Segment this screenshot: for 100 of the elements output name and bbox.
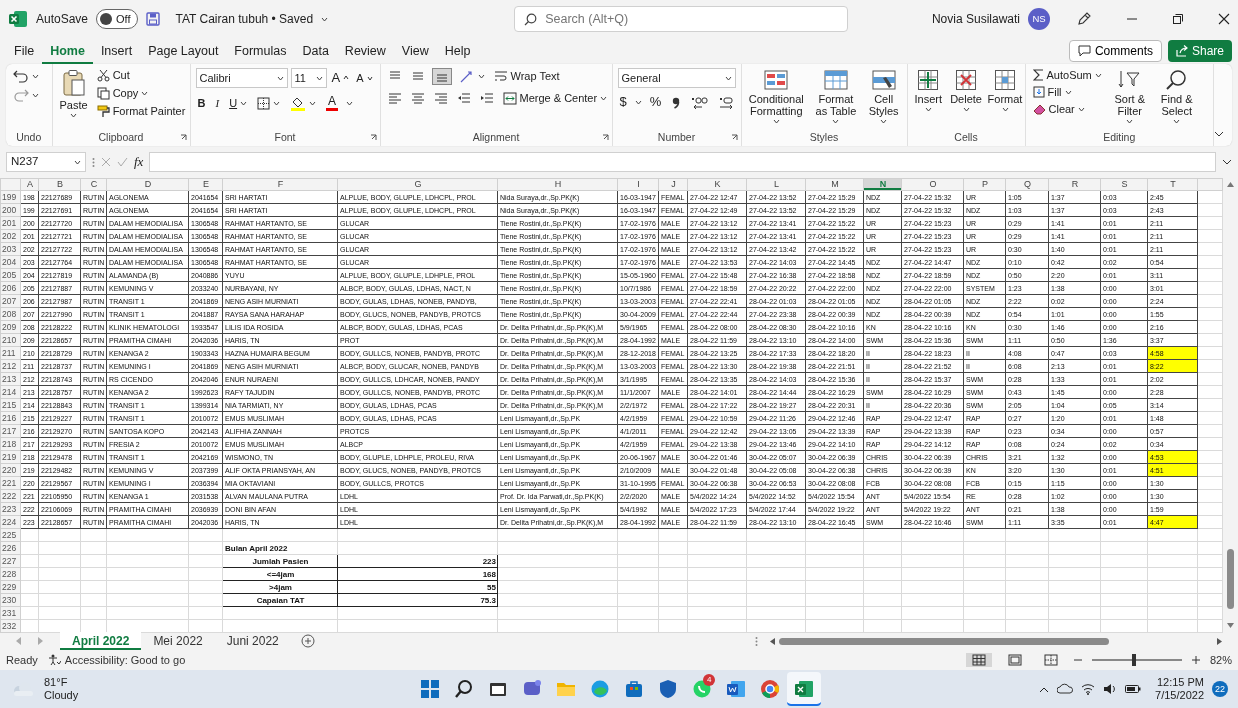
ribbon-button[interactable]: Format Painter	[94, 104, 188, 119]
grow-font-button[interactable]: A	[329, 69, 352, 87]
undo-button[interactable]	[11, 68, 41, 84]
italic-button[interactable]: I	[213, 96, 222, 111]
autosave-toggle[interactable]: Off	[96, 9, 138, 29]
ribbon-button[interactable]: Copy	[94, 86, 188, 101]
percent-button[interactable]: %	[647, 94, 664, 111]
battery-icon[interactable]	[1125, 684, 1142, 694]
view-button[interactable]	[965, 653, 992, 667]
menu-tab[interactable]: View	[393, 38, 437, 64]
decrease-decimal-button[interactable]	[717, 94, 736, 110]
scroll-right-icon[interactable]	[1217, 637, 1222, 645]
pen-icon[interactable]	[1076, 11, 1092, 27]
sheet-tab[interactable]: April 2022	[60, 632, 142, 650]
ribbon-button[interactable]: Cell Styles	[865, 68, 902, 130]
align-bottom-button[interactable]	[431, 68, 452, 85]
maximize-icon[interactable]	[1172, 13, 1184, 25]
wifi-icon[interactable]	[1081, 683, 1096, 695]
column-header[interactable]: K	[687, 178, 747, 191]
clock-time[interactable]: 12:15 PM	[1156, 675, 1204, 689]
menu-tab[interactable]: File	[6, 38, 43, 64]
clock-date[interactable]: 7/15/2022	[1155, 689, 1204, 703]
ribbon-button[interactable]: Fill	[1030, 85, 1104, 100]
taskbar-button[interactable]: 4	[685, 672, 720, 706]
comments-button[interactable]: Comments	[1068, 40, 1162, 62]
column-header[interactable]: F	[222, 178, 338, 191]
sheet-tab[interactable]: Mei 2022	[141, 632, 215, 650]
column-header[interactable]: E	[188, 178, 223, 191]
scrollbar-thumb[interactable]	[778, 637, 1109, 645]
ribbon-button[interactable]: Cut	[94, 68, 188, 83]
ribbon-button[interactable]: Insert	[912, 68, 944, 130]
ribbon-button[interactable]: Format	[988, 68, 1022, 130]
scroll-down-icon[interactable]	[1227, 623, 1234, 628]
ribbon-button[interactable]: AutoSum	[1030, 68, 1104, 83]
speaker-icon[interactable]	[1103, 683, 1118, 695]
scroll-up-icon[interactable]	[1227, 182, 1234, 187]
menu-tab[interactable]: Insert	[92, 38, 141, 64]
ribbon-button[interactable]: Format as Table	[811, 68, 861, 130]
ribbon-button[interactable]: Clear	[1030, 102, 1104, 117]
font-color-button[interactable]: A	[324, 94, 341, 113]
ribbon-button[interactable]: Wrap Text	[491, 69, 562, 84]
search-field[interactable]: Search (Alt+Q)	[514, 6, 849, 32]
column-header[interactable]: N	[863, 178, 902, 191]
zoom-in-icon[interactable]	[1191, 656, 1200, 664]
dialog-launcher-icon[interactable]	[179, 134, 187, 141]
column-header[interactable]: Q	[1005, 178, 1049, 191]
font-name-field[interactable]: Calibri	[195, 68, 288, 88]
chevron-up-icon[interactable]	[1039, 685, 1050, 693]
column-header[interactable]: M	[805, 178, 864, 191]
ribbon-button[interactable]: Find & Select	[1155, 68, 1198, 130]
menu-tab[interactable]: Page Layout	[140, 38, 227, 64]
column-header[interactable]: S	[1100, 178, 1148, 191]
expand-icon[interactable]	[1222, 158, 1232, 166]
menu-tab[interactable]: Help	[436, 38, 479, 64]
zoom-out-icon[interactable]	[1073, 656, 1082, 664]
add-sheet-icon[interactable]	[300, 634, 315, 648]
cloud-sync-icon[interactable]	[1057, 683, 1074, 695]
scroll-left-icon[interactable]	[769, 637, 775, 645]
column-header[interactable]: O	[901, 178, 964, 191]
column-header[interactable]: D	[106, 178, 189, 191]
menu-tab[interactable]: Data	[294, 38, 337, 64]
bold-button[interactable]: B	[195, 96, 208, 111]
number-format-field[interactable]: General	[617, 68, 736, 88]
column-header[interactable]: H	[497, 178, 618, 191]
zoom-level[interactable]: 82%	[1209, 651, 1232, 669]
ribbon-button[interactable]: Delete	[949, 68, 983, 130]
column-header[interactable]: P	[963, 178, 1006, 191]
underline-button[interactable]: U	[227, 96, 250, 111]
accessibility-status[interactable]: Accessibility: Good to go	[64, 651, 186, 669]
scrollbar-thumb[interactable]	[1227, 549, 1234, 609]
column-header[interactable]: R	[1048, 178, 1101, 191]
collapse-ribbon-icon[interactable]	[1214, 131, 1224, 138]
accessibility-icon[interactable]	[47, 654, 61, 666]
document-title[interactable]: TAT Cairan tubuh • Saved	[175, 10, 314, 28]
column-header[interactable]: I	[617, 178, 659, 191]
slider-thumb[interactable]	[1132, 654, 1137, 666]
menu-tab[interactable]: Home	[42, 38, 93, 64]
dialog-launcher-icon[interactable]	[369, 134, 377, 141]
dialog-launcher-icon[interactable]	[730, 134, 738, 141]
menu-tab[interactable]: Formulas	[226, 38, 295, 64]
user-avatar[interactable]: NS	[1028, 8, 1050, 30]
share-button[interactable]: Share	[1167, 40, 1232, 62]
ribbon-button[interactable]: Paste	[57, 68, 90, 130]
ribbon-button[interactable]: Merge & Center	[500, 91, 610, 106]
formula-input-field[interactable]	[149, 152, 1216, 172]
insert-function-button[interactable]: fx	[134, 152, 144, 172]
shrink-font-button[interactable]: A	[354, 70, 375, 86]
column-header[interactable]: L	[746, 178, 806, 191]
column-header[interactable]: J	[658, 178, 688, 191]
sheet-tab[interactable]: Juni 2022	[214, 632, 291, 650]
name-box[interactable]: N237	[6, 152, 86, 172]
dialog-launcher-icon[interactable]	[601, 134, 609, 141]
column-header[interactable]: G	[337, 178, 498, 191]
font-size-field[interactable]: 11	[290, 68, 327, 88]
column-header[interactable]: C	[80, 178, 107, 191]
close-icon[interactable]	[1218, 13, 1230, 25]
ribbon-button[interactable]: Sort & Filter	[1108, 68, 1151, 130]
notification-badge[interactable]: 22	[1212, 681, 1228, 697]
menu-tab[interactable]: Review	[336, 38, 394, 64]
column-header[interactable]: T	[1147, 178, 1198, 191]
